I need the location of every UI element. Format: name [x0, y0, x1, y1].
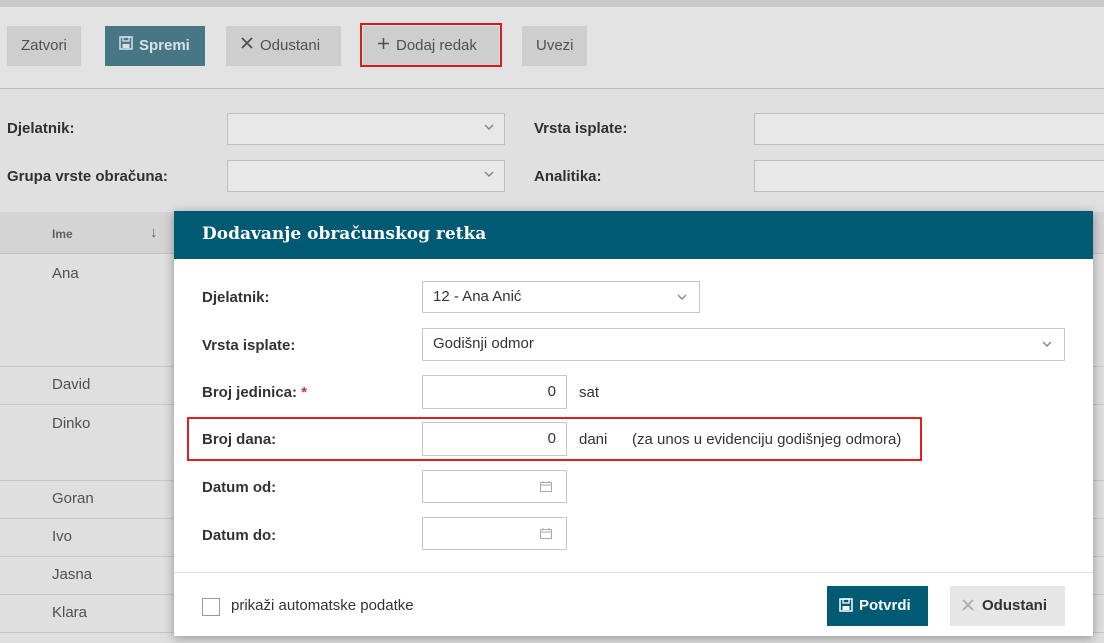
close-x-icon: [962, 599, 974, 611]
calendar-icon[interactable]: [540, 528, 552, 539]
date-from-label: Datum od:: [202, 479, 277, 496]
employee-select-value: 12 - Ana Anić: [433, 288, 522, 305]
employee-select[interactable]: 12 - Ana Anić: [422, 281, 700, 313]
chevron-down-icon: [677, 294, 687, 300]
show-auto-data-label[interactable]: prikaži automatske podatke: [231, 597, 414, 614]
units-label: Broj jedinica: *: [202, 384, 307, 401]
date-to-label: Datum do:: [202, 527, 277, 544]
date-to-input[interactable]: [422, 517, 567, 550]
days-highlight-box: [187, 417, 922, 461]
add-calc-row-dialog: Dodavanje obračunskog retka Djelatnik: 1…: [174, 211, 1093, 636]
dialog-footer: prikaži automatske podatke Potvrdi Odust…: [174, 572, 1093, 636]
dialog-title: Dodavanje obračunskog retka: [202, 224, 487, 244]
units-unit: sat: [579, 384, 600, 401]
show-auto-data-checkbox[interactable]: [202, 598, 220, 616]
date-from-input[interactable]: [422, 470, 567, 503]
chevron-down-icon: [1042, 341, 1052, 347]
confirm-button-label: Potvrdi: [859, 597, 911, 614]
calendar-icon[interactable]: [540, 481, 552, 492]
units-input[interactable]: 0: [422, 375, 567, 409]
dialog-cancel-button-label: Odustani: [982, 597, 1048, 614]
payment-type-select[interactable]: Godišnji odmor: [422, 328, 1065, 361]
save-icon: [839, 598, 853, 612]
confirm-button[interactable]: Potvrdi: [827, 586, 928, 626]
payment-type-select-value: Godišnji odmor: [433, 335, 534, 352]
dialog-cancel-button[interactable]: Odustani: [950, 586, 1065, 626]
dialog-header: Dodavanje obračunskog retka: [174, 211, 1093, 259]
units-label-text: Broj jedinica:: [202, 384, 298, 401]
employee-label: Djelatnik:: [202, 289, 270, 306]
units-input-value: 0: [547, 383, 556, 400]
required-asterisk: *: [301, 384, 308, 401]
payment-type-label: Vrsta isplate:: [202, 337, 296, 354]
